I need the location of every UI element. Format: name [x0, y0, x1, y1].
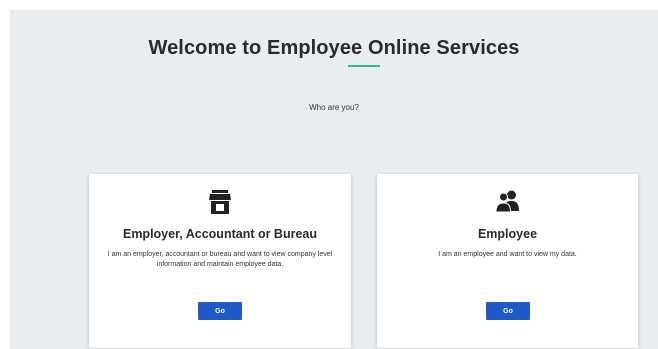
landing-page: Welcome to Employee Online Services Who …	[10, 10, 658, 349]
employee-card-description: I am an employee and want to view my dat…	[438, 251, 577, 258]
employer-card-description: I am an employer, accountant or bureau a…	[107, 251, 333, 268]
store-icon	[89, 190, 351, 216]
employer-card-title: Employer, Accountant or Bureau	[122, 227, 318, 241]
employee-card-title: Employee	[477, 227, 538, 241]
employee-go-button[interactable]: Go	[486, 302, 530, 320]
employer-go-button[interactable]: Go	[198, 302, 242, 320]
title-underline	[348, 65, 380, 67]
page-title: Welcome to Employee Online Services	[148, 37, 520, 59]
employee-card: Employee I am an employee and want to vi…	[377, 174, 638, 348]
people-icon	[377, 190, 638, 216]
page-subtitle: Who are you?	[309, 103, 359, 112]
employer-card: Employer, Accountant or Bureau I am an e…	[89, 174, 351, 348]
